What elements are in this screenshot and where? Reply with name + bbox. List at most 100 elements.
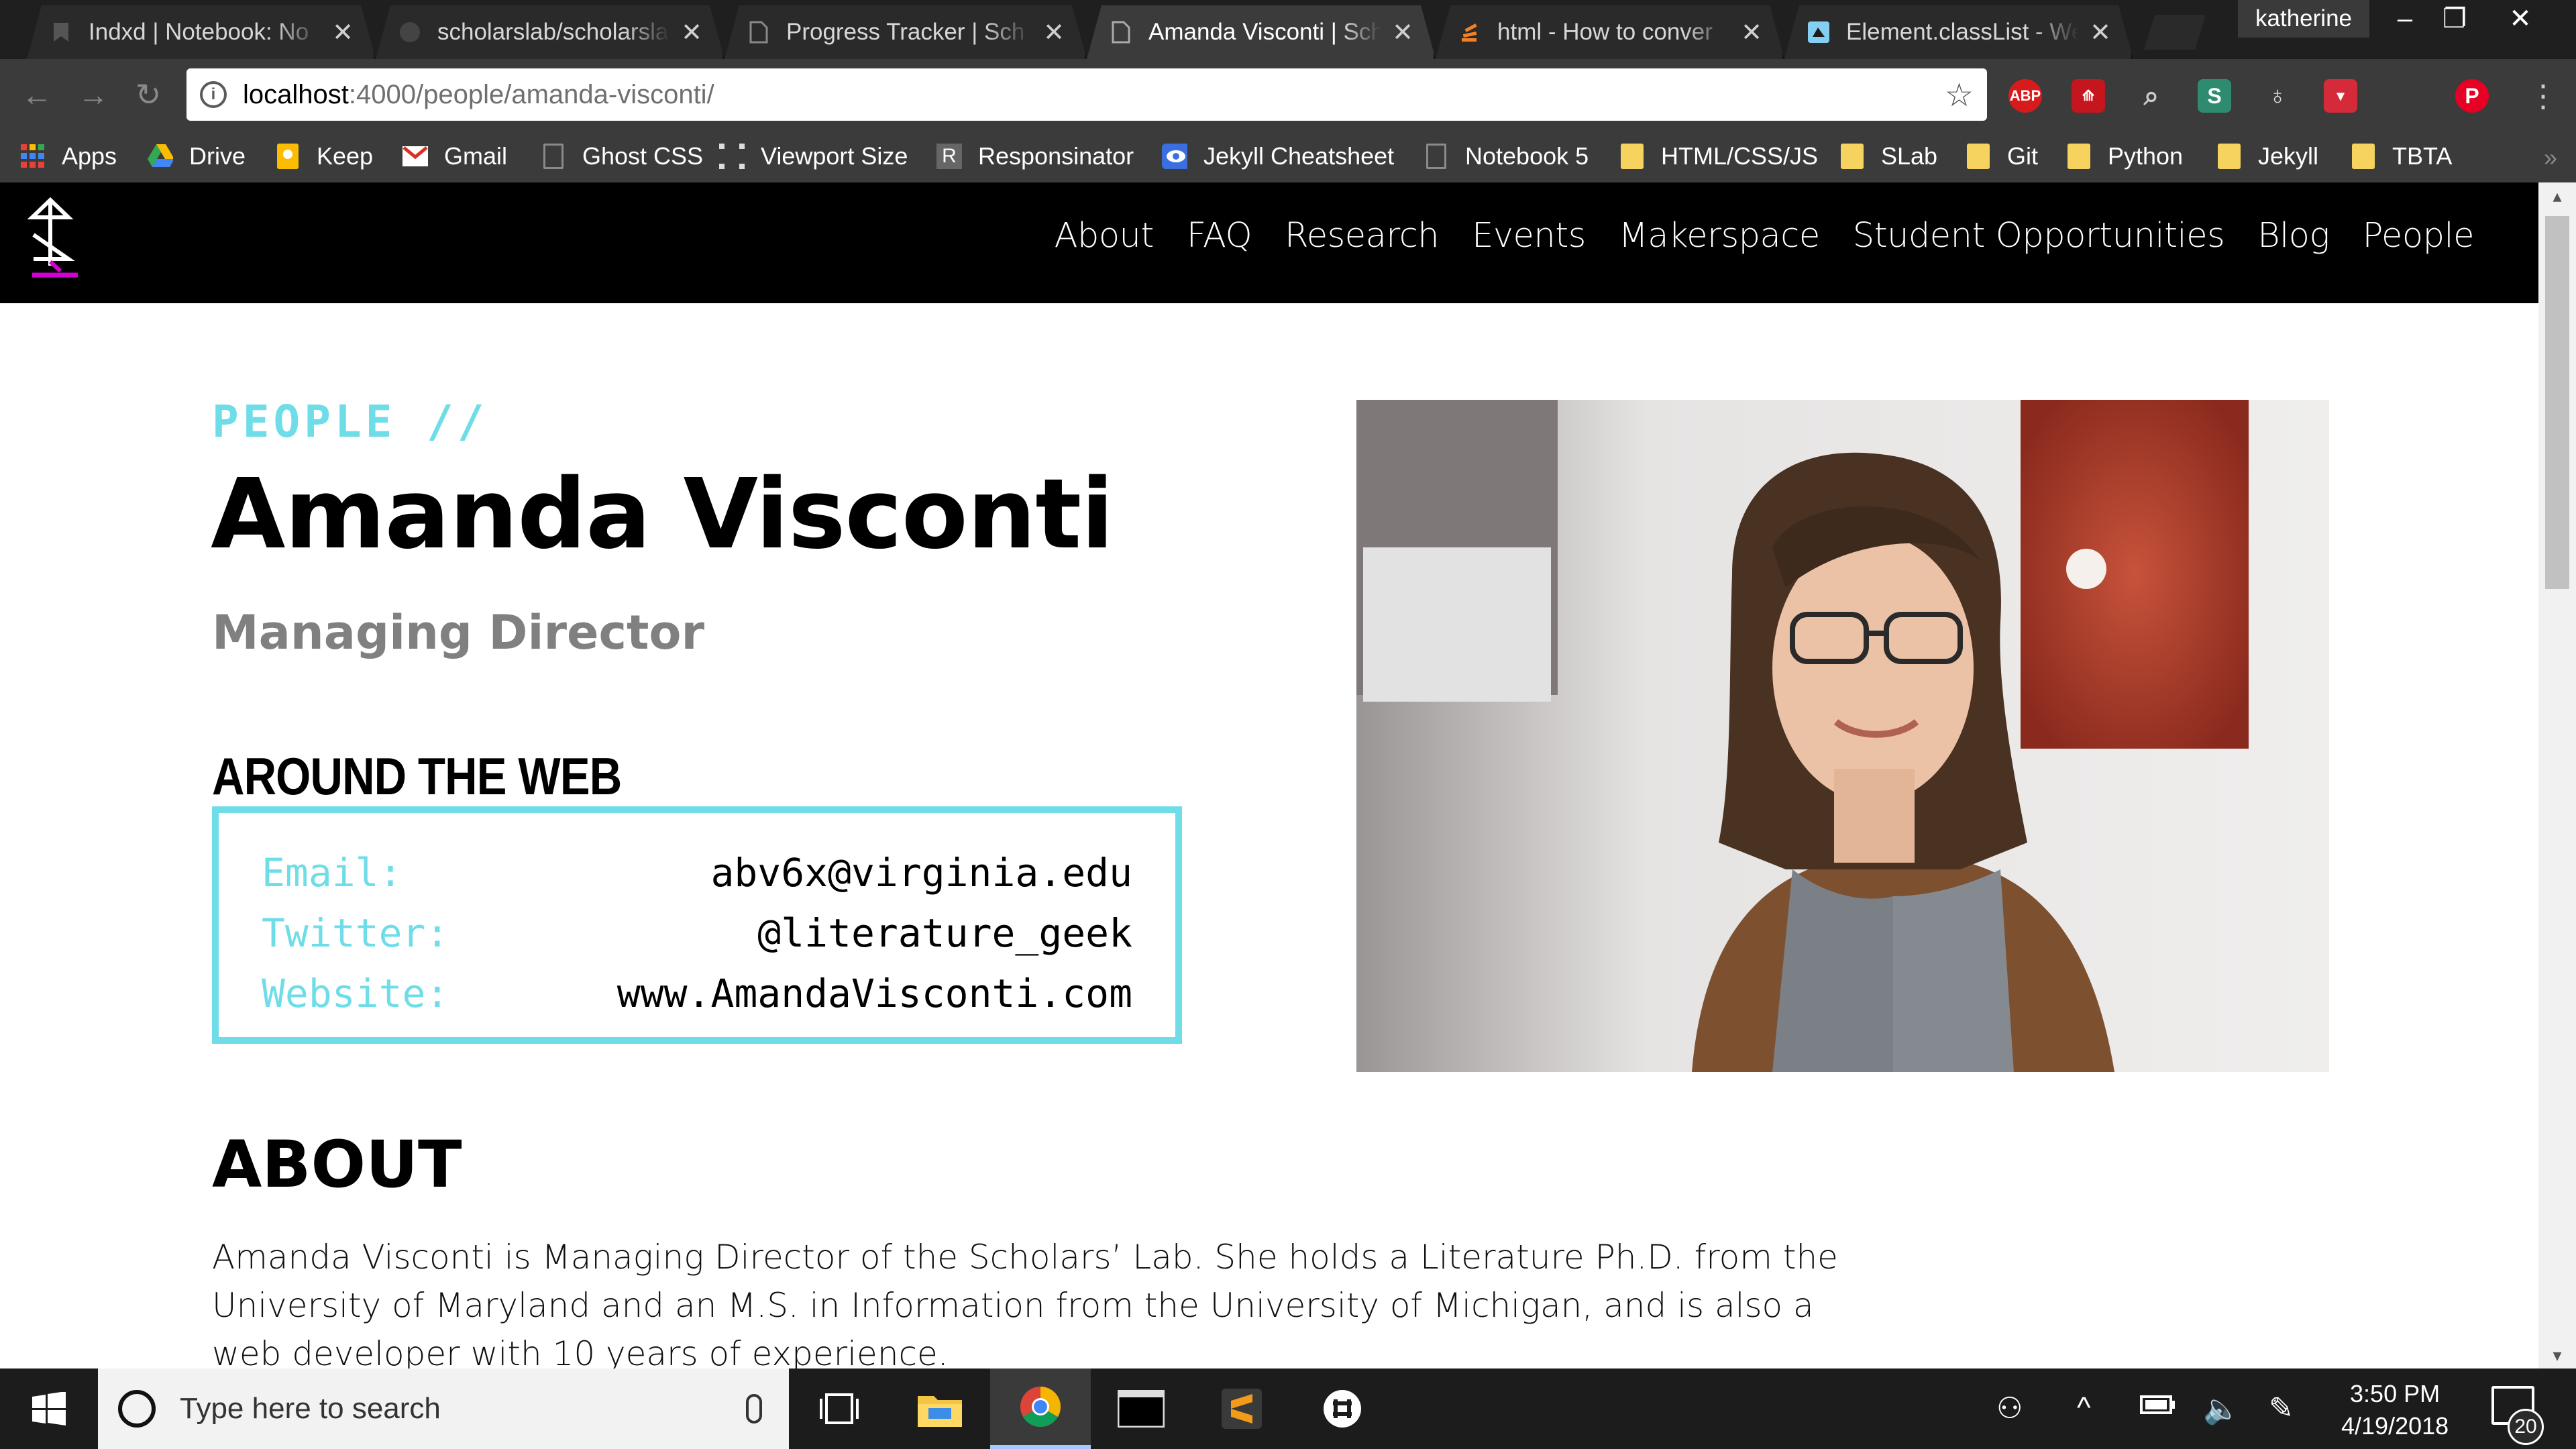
start-button[interactable] <box>0 1368 98 1449</box>
tab-stackoverflow[interactable]: html - How to conver ✕ <box>1436 5 1784 59</box>
tab-title: Amanda Visconti | Sch <box>1148 19 1382 45</box>
bookmark-apps[interactable]: Apps <box>20 140 117 173</box>
tab-mdn[interactable]: Element.classList - We ✕ <box>1784 5 2133 59</box>
taskbar: Type here to search ⚇ ^ 🔈 ✎ 3:50 PM 4/19… <box>0 1368 2576 1449</box>
sublime-text-icon[interactable] <box>1191 1368 1292 1449</box>
nav-blog[interactable]: Blog <box>2257 216 2330 256</box>
bookmark-folder-jekyll[interactable]: Jekyll <box>2216 140 2318 173</box>
nav-about[interactable]: About <box>1055 216 1155 256</box>
profile-button[interactable]: katherine <box>2238 0 2369 38</box>
back-icon[interactable]: ← <box>16 74 58 115</box>
bookmark-star-icon[interactable]: ☆ <box>1945 76 1974 114</box>
pinterest-icon[interactable]: P <box>2455 79 2489 113</box>
clock-date: 4/19/2018 <box>2341 1412 2449 1440</box>
nav-research[interactable]: Research <box>1285 216 1439 256</box>
about-heading: ABOUT <box>212 1127 462 1202</box>
twitter-link[interactable]: @literature_geek <box>757 910 1132 956</box>
tab-amanda-visconti[interactable]: Amanda Visconti | Sch ✕ <box>1087 5 1436 59</box>
nav-student-opportunities[interactable]: Student Opportunities <box>1853 216 2225 256</box>
pocket-icon[interactable]: ▾ <box>2324 79 2357 113</box>
scrollbar-thumb[interactable] <box>2545 216 2569 589</box>
page-icon <box>747 21 770 44</box>
zoom-search-icon[interactable]: ⌕ <box>2135 79 2168 113</box>
acrobat-icon[interactable]: ⟰ <box>2072 79 2105 113</box>
github-icon <box>398 21 421 44</box>
bookmark-ghost-css[interactable]: Ghost CSS <box>541 140 703 173</box>
forward-icon[interactable]: → <box>72 74 114 115</box>
restore-icon[interactable]: ❐ <box>2431 0 2478 38</box>
page-scrollbar[interactable]: ▴ ▾ <box>2538 182 2576 1368</box>
adblock-icon[interactable]: ABP <box>2008 79 2042 113</box>
microphone-icon[interactable] <box>746 1394 762 1424</box>
close-icon[interactable]: ✕ <box>1392 17 1413 48</box>
clock-time: 3:50 PM <box>2350 1380 2440 1407</box>
contact-label: Website: <box>262 971 449 1016</box>
file-explorer-icon[interactable] <box>890 1368 990 1449</box>
stylebot-icon[interactable]: S <box>2198 79 2231 113</box>
slack-icon[interactable] <box>1292 1368 1393 1449</box>
close-icon[interactable]: ✕ <box>681 17 702 48</box>
close-icon[interactable]: ✕ <box>1741 17 1762 48</box>
close-icon[interactable]: ✕ <box>2090 17 2111 48</box>
battery-icon[interactable] <box>2140 1391 2176 1426</box>
clock[interactable]: 3:50 PM 4/19/2018 <box>2341 1378 2449 1442</box>
portrait-photo <box>1356 400 2329 1072</box>
contact-row-website: Website: www.AmandaVisconti.com <box>262 963 1132 1024</box>
close-icon[interactable]: ✕ <box>332 17 354 48</box>
mdn-icon <box>1807 21 1830 44</box>
tab-title: Indxd | Notebook: No <box>89 19 309 45</box>
apps-grid-icon <box>20 144 46 169</box>
nav-makerspace[interactable]: Makerspace <box>1619 216 1820 256</box>
notification-count-badge: 20 <box>2508 1409 2544 1445</box>
reload-icon[interactable]: ↻ <box>127 74 169 115</box>
folder-icon <box>1619 144 1645 169</box>
scholars-lab-logo[interactable] <box>27 195 87 282</box>
nav-faq[interactable]: FAQ <box>1187 216 1252 256</box>
tab-github[interactable]: scholarslab/scholarsla ✕ <box>376 5 724 59</box>
scroll-up-icon[interactable]: ▴ <box>2538 182 2576 209</box>
new-tab-button[interactable] <box>2144 15 2206 50</box>
contact-row-email: Email: abv6x@virginia.edu <box>262 843 1132 903</box>
bookmark-viewport-size[interactable]: Viewport Size <box>719 140 908 173</box>
bookmark-keep[interactable]: Keep <box>275 140 373 173</box>
nav-events[interactable]: Events <box>1472 216 1586 256</box>
bookmark-folder-slab[interactable]: SLab <box>1839 140 1937 173</box>
window-close-icon[interactable]: ✕ <box>2497 0 2544 38</box>
task-view-icon[interactable] <box>789 1368 890 1449</box>
jekyll-icon <box>1162 144 1187 169</box>
tab-progress-tracker[interactable]: Progress Tracker | Sch ✕ <box>724 5 1087 59</box>
pen-workspace-icon[interactable]: ✎ <box>2269 1391 2294 1426</box>
lightbulb-icon[interactable]: ♁ <box>2261 79 2294 113</box>
people-icon[interactable]: ⚇ <box>1996 1391 2023 1426</box>
bookmark-folder-python[interactable]: Python <box>2066 140 2183 173</box>
info-icon[interactable]: i <box>200 81 227 108</box>
bookmark-folder-git[interactable]: Git <box>1966 140 2038 173</box>
bookmark-jekyll-cheatsheet[interactable]: Jekyll Cheatsheet <box>1162 140 1394 173</box>
contact-row-twitter: Twitter: @literature_geek <box>262 903 1132 963</box>
bookmark-icon <box>50 21 72 44</box>
bookmark-responsinator[interactable]: R Responsinator <box>936 140 1134 173</box>
address-bar[interactable]: i localhost:4000/people/amanda-visconti/… <box>186 68 1987 121</box>
website-link[interactable]: www.AmandaVisconti.com <box>617 971 1132 1016</box>
chrome-taskbar-icon[interactable] <box>990 1368 1091 1449</box>
volume-icon[interactable]: 🔈 <box>2203 1391 2240 1426</box>
menu-icon[interactable]: ⋮ <box>2522 75 2564 117</box>
bookmark-notebook-5[interactable]: Notebook 5 <box>1424 140 1589 173</box>
url-text[interactable]: localhost:4000/people/amanda-visconti/ <box>243 80 714 110</box>
tab-indxd[interactable]: Indxd | Notebook: No ✕ <box>27 5 376 59</box>
minimize-icon[interactable]: – <box>2381 0 2428 38</box>
email-link[interactable]: abv6x@virginia.edu <box>710 850 1132 896</box>
close-icon[interactable]: ✕ <box>1043 17 1065 48</box>
show-hidden-icons[interactable]: ^ <box>2077 1391 2091 1425</box>
taskbar-search[interactable]: Type here to search <box>98 1368 789 1449</box>
bookmark-folder-html-css-js[interactable]: HTML/CSS/JS <box>1619 140 1818 173</box>
bookmark-drive[interactable]: Drive <box>148 140 246 173</box>
bookmarks-overflow-icon[interactable]: » <box>2544 144 2557 172</box>
bookmark-gmail[interactable]: Gmail <box>402 140 507 173</box>
nav-people[interactable]: People <box>2363 216 2475 256</box>
scroll-down-icon[interactable]: ▾ <box>2538 1342 2576 1368</box>
terminal-icon[interactable] <box>1091 1368 1191 1449</box>
bookmarks-bar: Apps Drive Keep Gmail Ghost CSS Viewport… <box>0 130 2576 182</box>
bookmark-folder-tbta[interactable]: TBTA <box>2351 140 2452 173</box>
stackoverflow-icon <box>1458 21 1481 44</box>
